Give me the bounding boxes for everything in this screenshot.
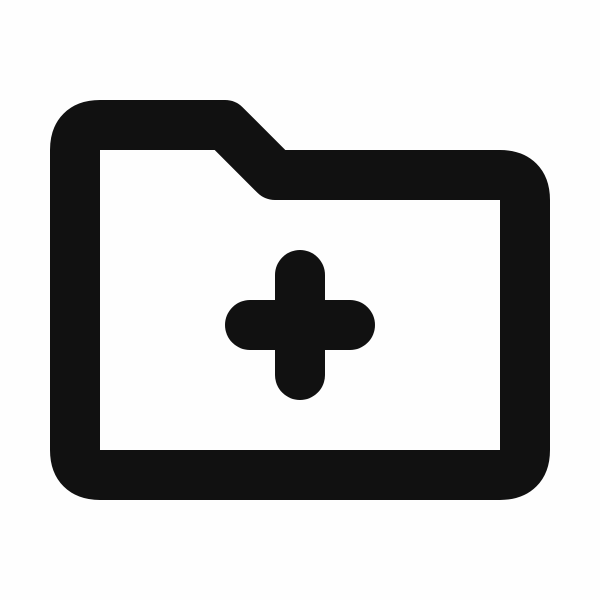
icon-canvas — [0, 0, 600, 600]
folder-add-icon — [0, 0, 600, 600]
